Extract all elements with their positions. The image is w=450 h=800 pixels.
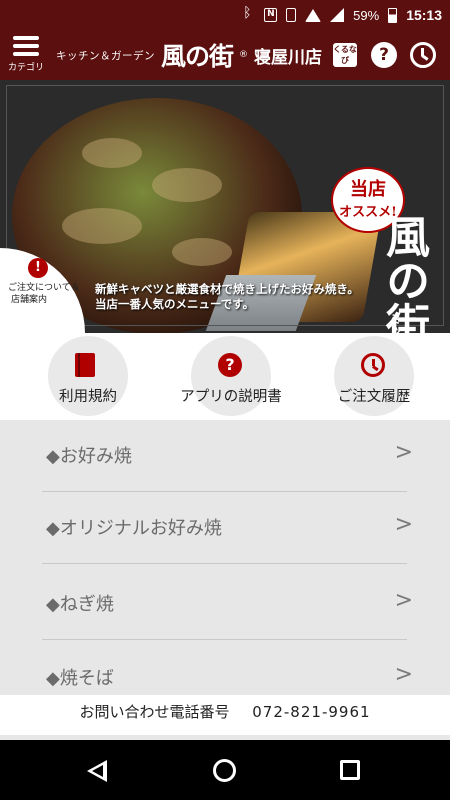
menu-item-label: ◆焼そば bbox=[46, 668, 114, 689]
menu-item-label: ◆オリジナルお好み焼 bbox=[46, 518, 222, 539]
contact-bar: お問い合わせ電話番号 072-821-9961 bbox=[0, 695, 450, 735]
caption-line1: 新鮮キャベツと厳選食材で焼き上げたお好み焼き。 bbox=[95, 282, 359, 296]
quick-actions: 利用規約 ? アプリの説明書 ご注文履歴 bbox=[0, 333, 450, 420]
app-guide-button[interactable]: ? アプリの説明書 bbox=[171, 336, 291, 416]
brand-subtitle: キッチン＆ガーデン bbox=[56, 49, 155, 62]
dish-subtitle: ミックス bbox=[370, 313, 420, 333]
badge-line1: 当店 bbox=[350, 179, 386, 200]
wifi-icon bbox=[305, 8, 322, 22]
status-icons: 59% 15:13 bbox=[241, 0, 442, 30]
clock-time: 15:13 bbox=[406, 7, 442, 23]
menu-item-label: ◆ねぎ焼 bbox=[46, 594, 114, 615]
terms-button[interactable]: 利用規約 bbox=[28, 336, 148, 416]
contact-phone[interactable]: 072-821-9961 bbox=[252, 703, 370, 721]
menu-item-original-okonomiyaki[interactable]: ◆オリジナルお好み焼 > bbox=[42, 492, 413, 564]
app-guide-label: アプリの説明書 bbox=[180, 389, 282, 405]
signal-icon bbox=[330, 8, 345, 22]
order-info-label: ご注文について＆ 店舗案内 bbox=[8, 283, 80, 305]
terms-label: 利用規約 bbox=[59, 389, 117, 405]
app-header: カテゴリ キッチン＆ガーデン 風の街 ® 寝屋川店 くるなび ? bbox=[0, 30, 450, 80]
chevron-right-icon: > bbox=[394, 440, 413, 465]
nfc-icon bbox=[264, 8, 278, 22]
system-nav-bar bbox=[0, 740, 450, 800]
exclamation-icon: ! bbox=[28, 258, 48, 278]
hamburger-icon bbox=[13, 36, 39, 58]
help-icon: ? bbox=[218, 353, 242, 377]
branch-name: 寝屋川店 bbox=[254, 47, 323, 68]
hero-caption: 新鮮キャベツと厳選食材で焼き上げたお好み焼き。 当店一番人気のメニューです。 bbox=[95, 282, 359, 312]
book-icon bbox=[75, 353, 95, 377]
help-button[interactable]: ? bbox=[371, 42, 397, 68]
menu-item-okonomiyaki[interactable]: ◆お好み焼 > bbox=[42, 420, 413, 492]
chevron-right-icon: > bbox=[394, 512, 413, 537]
category-button[interactable]: カテゴリ bbox=[6, 34, 46, 76]
chevron-right-icon: > bbox=[394, 588, 413, 613]
menu-item-negiyaki[interactable]: ◆ねぎ焼 > bbox=[42, 568, 413, 640]
brand-logo: キッチン＆ガーデン 風の街 ® 寝屋川店 bbox=[56, 30, 322, 80]
battery-icon bbox=[388, 7, 398, 23]
menu-item-label: ◆お好み焼 bbox=[46, 446, 132, 467]
caption-line2: 当店一番人気のメニューです。 bbox=[95, 297, 255, 311]
menu-list: ◆お好み焼 > ◆オリジナルお好み焼 > ◆ねぎ焼 > ◆焼そば > bbox=[0, 420, 450, 740]
battery-percent: 59% bbox=[353, 7, 380, 23]
category-label: カテゴリ bbox=[7, 63, 44, 73]
registered-mark: ® bbox=[239, 50, 249, 60]
contact-label: お問い合わせ電話番号 bbox=[79, 703, 230, 721]
vibrate-icon bbox=[286, 8, 297, 22]
history-clock-button[interactable] bbox=[410, 42, 436, 68]
clock-icon bbox=[361, 353, 385, 377]
kurunavi-button[interactable]: くるなび bbox=[333, 43, 357, 67]
recent-apps-icon[interactable] bbox=[340, 760, 360, 780]
status-bar: 59% 15:13 bbox=[0, 0, 450, 30]
bluetooth-icon bbox=[241, 5, 255, 22]
home-icon[interactable] bbox=[213, 759, 236, 782]
chevron-right-icon: > bbox=[394, 662, 413, 687]
dish-title: 風の街王 ミックス bbox=[378, 214, 432, 333]
brand-name: 風の街 bbox=[161, 42, 234, 71]
order-history-button[interactable]: ご注文履歴 bbox=[314, 336, 434, 416]
order-history-label: ご注文履歴 bbox=[337, 389, 411, 405]
